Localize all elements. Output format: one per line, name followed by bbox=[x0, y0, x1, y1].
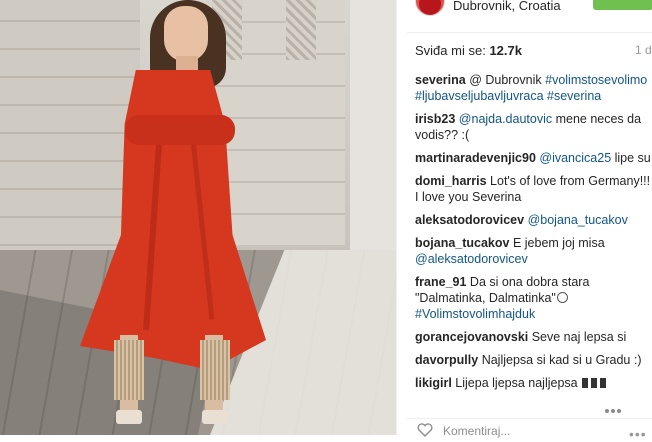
comment-item: gorancejovanovski Seve naj lepsa si bbox=[415, 329, 651, 345]
comment-text: E jebem joj misa bbox=[509, 236, 605, 250]
comment-username[interactable]: gorancejovanovski bbox=[415, 330, 528, 344]
comment-link[interactable]: #severina bbox=[547, 89, 601, 103]
location-link[interactable]: Dubrovnik, Croatia bbox=[453, 0, 561, 13]
comment-item: bojana_tucakov E jebem joj misa @aleksat… bbox=[415, 235, 651, 267]
comment-username[interactable]: aleksatodorovicev bbox=[415, 213, 524, 227]
instagram-post: Dubrovnik, Croatia Sviđa mi se: 12.7k 1 … bbox=[0, 0, 652, 442]
comment-item: frane_91 Da si ona dobra stara "Dalmatin… bbox=[415, 274, 651, 322]
fringe-boot-right bbox=[200, 340, 230, 400]
comment-text: Najljepsa si kad si u Gradu :) bbox=[478, 353, 642, 367]
crossed-arms bbox=[125, 115, 235, 145]
post-header: Dubrovnik, Croatia bbox=[397, 0, 652, 24]
likes-count[interactable]: Sviđa mi se: 12.7k bbox=[415, 43, 522, 58]
woman-face bbox=[164, 6, 208, 62]
post-time[interactable]: 1 d bbox=[635, 43, 652, 57]
comment-text: @ Dubrovnik bbox=[465, 73, 546, 87]
divider bbox=[407, 32, 652, 33]
comment-link[interactable]: @najda.dautovic bbox=[459, 112, 552, 126]
comment-input[interactable]: Komentiraj... bbox=[443, 424, 510, 438]
comment-item: aleksatodorovicev @bojana_tucakov bbox=[415, 212, 651, 228]
comment-link[interactable]: #Volimstovolimhajduk bbox=[415, 307, 535, 321]
comment-link[interactable]: @aleksatodorovicev bbox=[415, 252, 528, 266]
comment-link[interactable]: @ivancica25 bbox=[539, 151, 611, 165]
avatar[interactable] bbox=[415, 0, 445, 16]
likes-label: Sviđa mi se: bbox=[415, 43, 486, 58]
more-icon[interactable]: ••• bbox=[629, 426, 647, 442]
comment-username[interactable]: severina bbox=[415, 73, 466, 87]
comment-item: martinaradevenjic90 @ivancica25 lipe su bbox=[415, 150, 651, 166]
divider bbox=[407, 418, 652, 419]
loading-dots bbox=[605, 400, 625, 413]
comment-link[interactable]: #volimstosevolimo bbox=[545, 73, 647, 87]
shoe-left bbox=[116, 410, 142, 424]
follow-button[interactable] bbox=[593, 0, 652, 10]
comment-link[interactable]: #ljubavseljubavljuvraca bbox=[415, 89, 544, 103]
window-grill-right bbox=[286, 0, 316, 60]
comment-text: Lijepa ljepsa najljepsa bbox=[451, 376, 582, 390]
likes-number: 12.7k bbox=[489, 43, 522, 58]
smile-emoji bbox=[556, 292, 568, 303]
comment-link[interactable]: @bojana_tucakov bbox=[528, 213, 628, 227]
post-sidebar: Dubrovnik, Croatia Sviđa mi se: 12.7k 1 … bbox=[396, 0, 652, 442]
comment-item: davorpully Najljepsa si kad si u Gradu :… bbox=[415, 352, 651, 368]
fringe-boot-left bbox=[114, 340, 144, 400]
comment-username[interactable]: likigirl bbox=[415, 376, 452, 390]
comment-item: severina @ Dubrovnik #volimstosevolimo #… bbox=[415, 72, 651, 104]
comment-username[interactable]: davorpully bbox=[415, 353, 478, 367]
fire-emoji bbox=[582, 378, 609, 388]
comment-item: domi_harris Lot's of love from Germany!!… bbox=[415, 173, 651, 205]
comment-username[interactable]: irisb23 bbox=[415, 112, 455, 126]
comment-text: Seve naj lepsa si bbox=[528, 330, 627, 344]
comment-item: irisb23 @najda.dautovic mene neces da vo… bbox=[415, 111, 651, 143]
post-photo[interactable] bbox=[0, 0, 396, 435]
comment-username[interactable]: frane_91 bbox=[415, 275, 466, 289]
comment-username[interactable]: martinaradevenjic90 bbox=[415, 151, 536, 165]
comment-list: severina @ Dubrovnik #volimstosevolimo #… bbox=[415, 72, 651, 398]
comment-text: lipe su bbox=[611, 151, 651, 165]
comment-username[interactable]: bojana_tucakov bbox=[415, 236, 509, 250]
comment-username[interactable]: domi_harris bbox=[415, 174, 487, 188]
comment-item: likigirl Lijepa ljepsa najljepsa bbox=[415, 375, 651, 391]
shoe-right bbox=[202, 410, 228, 424]
